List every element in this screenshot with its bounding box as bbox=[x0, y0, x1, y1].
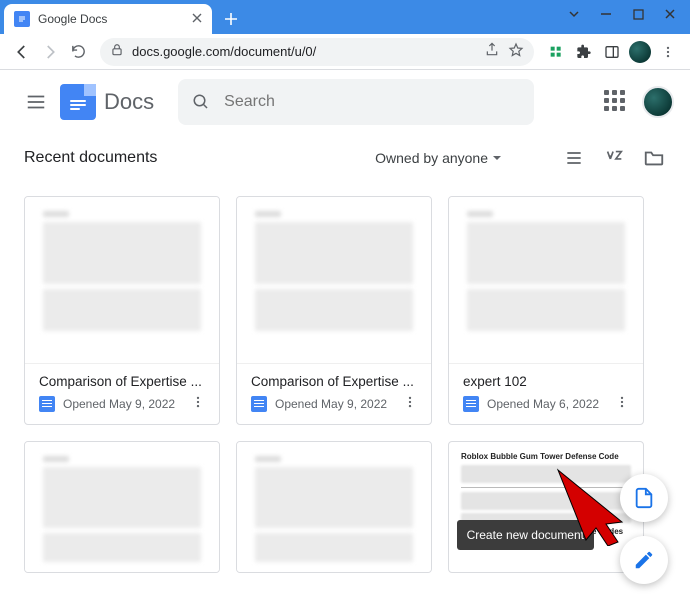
profile-avatar[interactable] bbox=[626, 38, 654, 66]
doc-more-icon[interactable] bbox=[403, 395, 417, 412]
doc-card[interactable]: Comparison of Expertise ... Opened May 9… bbox=[24, 196, 220, 425]
create-document-fab[interactable] bbox=[620, 536, 668, 584]
doc-thumbnail bbox=[25, 442, 219, 572]
doc-card[interactable]: Roblox Bubble Gum Tower Defense Code Rob… bbox=[448, 441, 644, 573]
maximize-icon[interactable] bbox=[622, 2, 654, 26]
doc-grid: Comparison of Expertise ... Opened May 9… bbox=[0, 178, 690, 573]
new-tab-button[interactable] bbox=[218, 6, 244, 32]
search-icon bbox=[192, 92, 210, 112]
thumb-heading: Roblox Bubble Gum Tower Defense Code bbox=[461, 452, 631, 462]
fab-stack: Create new document bbox=[620, 474, 668, 584]
doc-title: Comparison of Expertise ... bbox=[251, 374, 417, 389]
doc-thumbnail bbox=[449, 197, 643, 363]
doc-more-icon[interactable] bbox=[615, 395, 629, 412]
star-icon[interactable] bbox=[508, 42, 524, 61]
caret-down-icon[interactable] bbox=[558, 2, 590, 26]
close-icon[interactable] bbox=[192, 12, 202, 26]
doc-type-icon bbox=[251, 396, 267, 412]
caret-down-icon bbox=[492, 153, 502, 163]
doc-title: expert 102 bbox=[463, 374, 629, 389]
folder-button[interactable] bbox=[642, 146, 666, 170]
app-header: Docs bbox=[0, 70, 690, 134]
browser-titlebar: Google Docs bbox=[0, 0, 690, 34]
menu-button[interactable] bbox=[16, 82, 56, 122]
doc-opened: Opened May 6, 2022 bbox=[487, 397, 599, 411]
tab-title: Google Docs bbox=[38, 12, 107, 26]
sort-az-button[interactable] bbox=[602, 146, 626, 170]
doc-card[interactable] bbox=[236, 441, 432, 573]
doc-opened: Opened May 9, 2022 bbox=[275, 397, 387, 411]
reload-button[interactable] bbox=[64, 38, 92, 66]
doc-card[interactable]: Comparison of Expertise ... Opened May 9… bbox=[236, 196, 432, 425]
browser-toolbar: docs.google.com/document/u/0/ bbox=[0, 34, 690, 70]
docs-logo-icon bbox=[60, 84, 96, 120]
share-icon[interactable] bbox=[484, 42, 500, 61]
app-name: Docs bbox=[104, 89, 154, 115]
kebab-icon[interactable] bbox=[654, 38, 682, 66]
doc-opened: Opened May 9, 2022 bbox=[63, 397, 175, 411]
doc-type-icon bbox=[39, 396, 55, 412]
doc-more-icon[interactable] bbox=[191, 395, 205, 412]
extension-icon[interactable] bbox=[542, 38, 570, 66]
lock-icon bbox=[110, 43, 124, 60]
template-fab[interactable] bbox=[620, 474, 668, 522]
search-input[interactable] bbox=[224, 93, 520, 111]
search-box[interactable] bbox=[178, 79, 534, 125]
url-text: docs.google.com/document/u/0/ bbox=[132, 44, 476, 59]
docs-favicon-icon bbox=[14, 11, 30, 27]
forward-button[interactable] bbox=[36, 38, 64, 66]
owned-by-filter[interactable]: Owned by anyone bbox=[375, 150, 502, 166]
doc-thumbnail bbox=[237, 442, 431, 572]
window-close-icon[interactable] bbox=[654, 2, 686, 26]
section-row: Recent documents Owned by anyone bbox=[0, 138, 690, 178]
doc-thumbnail bbox=[237, 197, 431, 363]
doc-card[interactable] bbox=[24, 441, 220, 573]
doc-type-icon bbox=[463, 396, 479, 412]
owned-by-label: Owned by anyone bbox=[375, 150, 488, 166]
fab-tooltip: Create new document bbox=[457, 520, 594, 550]
apps-grid-icon[interactable] bbox=[604, 90, 628, 114]
list-view-button[interactable] bbox=[562, 146, 586, 170]
doc-thumbnail bbox=[25, 197, 219, 363]
back-button[interactable] bbox=[8, 38, 36, 66]
minimize-icon[interactable] bbox=[590, 2, 622, 26]
sidepanel-icon[interactable] bbox=[598, 38, 626, 66]
puzzle-icon[interactable] bbox=[570, 38, 598, 66]
doc-title: Comparison of Expertise ... bbox=[39, 374, 205, 389]
browser-tab[interactable]: Google Docs bbox=[4, 4, 212, 34]
address-bar[interactable]: docs.google.com/document/u/0/ bbox=[100, 38, 534, 66]
section-title: Recent documents bbox=[24, 149, 157, 167]
doc-card[interactable]: expert 102 Opened May 6, 2022 bbox=[448, 196, 644, 425]
pencil-icon bbox=[633, 549, 655, 571]
template-icon bbox=[633, 487, 655, 509]
account-avatar[interactable] bbox=[642, 86, 674, 118]
